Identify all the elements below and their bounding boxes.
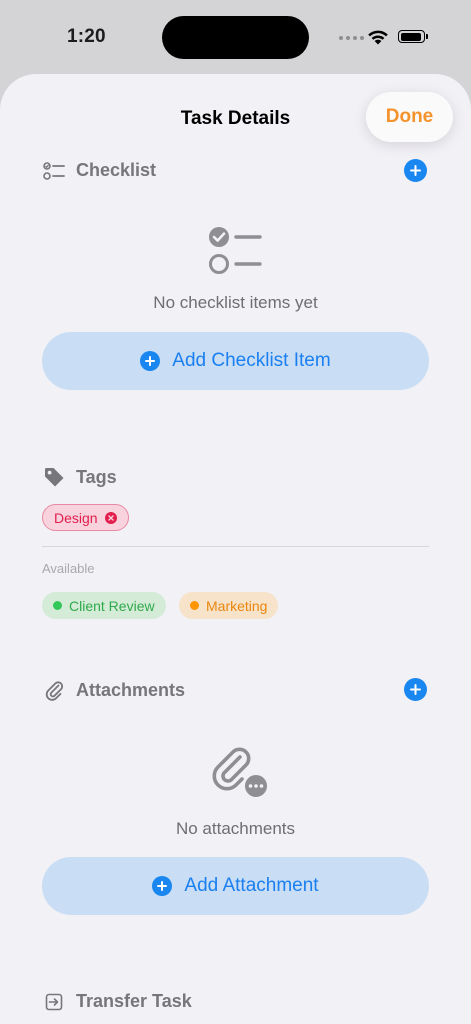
available-tag-marketing[interactable]: Marketing bbox=[179, 592, 279, 619]
add-checklist-item-button[interactable]: Add Checklist Item bbox=[42, 332, 429, 390]
done-button[interactable]: Done bbox=[366, 92, 453, 142]
paperclip-icon bbox=[42, 679, 66, 701]
plus-circle-icon bbox=[152, 876, 173, 896]
checklist-empty-text: No checklist items yet bbox=[153, 293, 318, 312]
tag-label: Design bbox=[54, 509, 98, 526]
transfer-icon bbox=[42, 993, 66, 1011]
available-tag-client-review[interactable]: Client Review bbox=[42, 592, 166, 619]
dynamic-island bbox=[162, 16, 309, 59]
attachments-title: Attachments bbox=[76, 679, 186, 700]
plus-icon bbox=[410, 684, 421, 695]
attachments-empty-text: No attachments bbox=[175, 819, 296, 838]
available-tags-label: Available bbox=[42, 561, 95, 576]
checklist-section-header: Checklist bbox=[42, 160, 156, 181]
plus-icon bbox=[410, 165, 421, 176]
transfer-title: Transfer Task bbox=[76, 991, 192, 1011]
tag-color-dot bbox=[53, 601, 62, 610]
add-attachment-label: Add Attachment bbox=[184, 875, 319, 896]
add-attachment-button[interactable]: Add Attachment bbox=[42, 857, 429, 915]
battery-icon bbox=[398, 30, 428, 43]
status-time: 1:20 bbox=[67, 26, 106, 47]
tags-section-header: Tags bbox=[42, 466, 117, 488]
attachments-section-header: Attachments bbox=[42, 679, 185, 701]
wifi-icon bbox=[368, 30, 388, 45]
tags-title: Tags bbox=[76, 466, 117, 487]
checklist-icon bbox=[42, 161, 66, 180]
tag-icon bbox=[42, 466, 66, 488]
task-details-sheet: Task Details Done Checklist No checklist… bbox=[0, 74, 471, 1024]
plus-circle-icon bbox=[140, 351, 161, 371]
tag-color-dot bbox=[190, 601, 199, 610]
add-checklist-item-label: Add Checklist Item bbox=[172, 350, 331, 371]
tags-divider bbox=[42, 546, 429, 547]
checklist-title: Checklist bbox=[76, 160, 157, 180]
checklist-empty-icon bbox=[209, 227, 262, 274]
add-attachment-plus-button[interactable] bbox=[404, 678, 427, 701]
attachment-empty-icon bbox=[212, 747, 269, 799]
add-checklist-plus-button[interactable] bbox=[404, 159, 427, 182]
status-bar: 1:20 bbox=[0, 0, 471, 74]
selected-tag-design[interactable]: Design bbox=[42, 504, 129, 531]
tag-label: Marketing bbox=[206, 597, 268, 614]
tag-label: Client Review bbox=[69, 597, 155, 614]
remove-tag-icon[interactable] bbox=[104, 511, 117, 524]
transfer-section-header: Transfer Task bbox=[42, 991, 192, 1012]
cellular-signal-icon bbox=[339, 36, 364, 40]
